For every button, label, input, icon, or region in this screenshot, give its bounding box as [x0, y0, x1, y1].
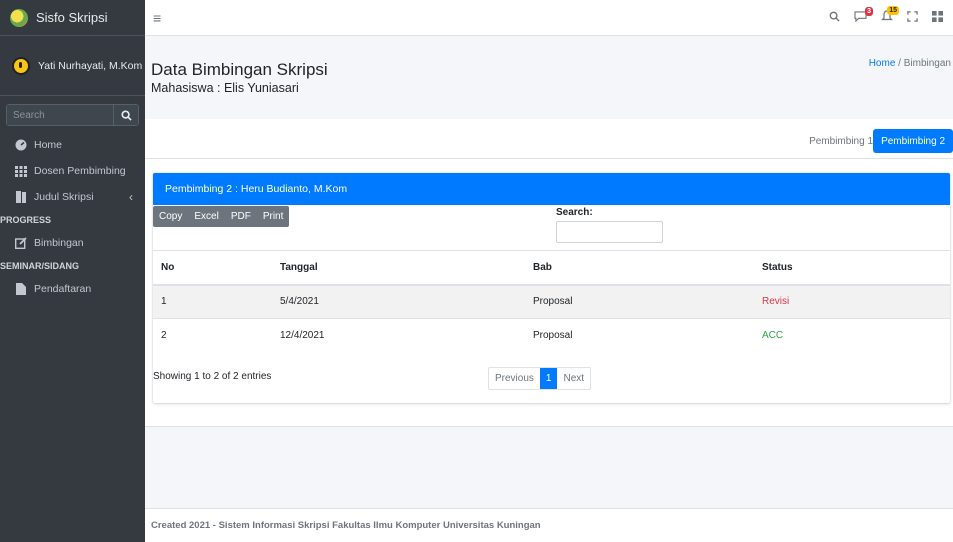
- cell-tanggal: 12/4/2021: [272, 318, 525, 353]
- table-search-input[interactable]: [556, 221, 663, 243]
- messages-badge: 3: [865, 6, 873, 16]
- messages-icon[interactable]: 3: [854, 6, 873, 25]
- page-subtitle: Mahasiswa : Elis Yuniasari: [151, 81, 299, 95]
- sidebar-item-label: Home: [34, 139, 63, 151]
- sidebar-header-progress: PROGRESS: [0, 215, 52, 225]
- cell-no: 2: [153, 318, 272, 353]
- column-header-bab[interactable]: Bab: [525, 250, 754, 286]
- bimbingan-card: Pembimbing 2 : Heru Budianto, M.Kom Copy…: [153, 173, 950, 403]
- sidebar-item-pendaftaran[interactable]: Pendaftaran: [0, 276, 145, 302]
- notifications-icon[interactable]: 15: [881, 6, 899, 25]
- sidebar-item-dosen-pembimbing[interactable]: Dosen Pembimbing: [0, 158, 145, 184]
- table-row: 2 12/4/2021 Proposal ACC: [153, 318, 950, 353]
- pagination: Previous 1 Next: [488, 367, 592, 390]
- bimbingan-table: No Tanggal Bab Status 1 5/4/2021 Proposa…: [153, 250, 950, 353]
- sidebar-search: [6, 104, 139, 126]
- sidebar-header-seminar: SEMINAR/SIDANG: [0, 261, 80, 271]
- table-info: Showing 1 to 2 of 2 entries: [153, 371, 272, 382]
- book-icon: [14, 191, 28, 203]
- top-navbar: ≡ 3 15: [145, 0, 953, 36]
- breadcrumb: Home / Bimbingan: [869, 58, 951, 69]
- table-header-row: No Tanggal Bab Status: [153, 250, 950, 286]
- hamburger-icon[interactable]: ≡: [153, 10, 161, 26]
- column-header-status[interactable]: Status: [754, 250, 950, 286]
- tab-bar: Pembimbing 1 Pembimbing 2: [145, 119, 953, 159]
- cell-status: Revisi: [754, 284, 950, 319]
- breadcrumb-separator: /: [898, 58, 901, 69]
- brand-link[interactable]: Sisfo Skripsi: [0, 0, 145, 36]
- table-search-label: Search:: [556, 207, 593, 218]
- excel-button[interactable]: Excel: [188, 206, 224, 227]
- table-row: 1 5/4/2021 Proposal Revisi: [153, 284, 950, 319]
- sidebar-item-bimbingan[interactable]: Bimbingan: [0, 230, 145, 256]
- sidebar-item-label: Dosen Pembimbing: [34, 165, 126, 177]
- page-title: Data Bimbingan Skripsi: [151, 60, 328, 79]
- grid-icon: [14, 165, 28, 177]
- sidebar-search-input[interactable]: [6, 104, 113, 126]
- dashboard-icon: [14, 139, 28, 151]
- content-header: Data Bimbingan Skripsi Mahasiswa : Elis …: [145, 36, 953, 118]
- user-name: Yati Nurhayati, M.Kom: [38, 59, 143, 72]
- cell-status: ACC: [754, 318, 950, 353]
- pagination-page-1[interactable]: 1: [539, 368, 558, 389]
- cell-bab: Proposal: [525, 284, 754, 319]
- footer: Created 2021 - Sistem Informasi Skripsi …: [145, 508, 953, 542]
- edit-icon: [14, 237, 28, 249]
- cell-tanggal: 5/4/2021: [272, 284, 525, 319]
- breadcrumb-current: Bimbingan: [903, 58, 951, 69]
- column-header-no[interactable]: No: [153, 250, 272, 286]
- column-header-tanggal[interactable]: Tanggal: [272, 250, 525, 286]
- cell-no: 1: [153, 284, 272, 319]
- pagination-previous[interactable]: Previous: [489, 368, 540, 389]
- brand-name: Sisfo Skripsi: [36, 10, 108, 25]
- file-icon: [14, 283, 28, 295]
- breadcrumb-home-link[interactable]: Home: [869, 58, 896, 69]
- sidebar-item-judul-skripsi[interactable]: Judul Skripsi ‹: [0, 184, 145, 210]
- control-sidebar-icon[interactable]: [932, 10, 943, 25]
- cell-bab: Proposal: [525, 318, 754, 353]
- sidebar-search-button[interactable]: [113, 104, 139, 126]
- export-buttons: Copy Excel PDF Print: [153, 206, 290, 227]
- pagination-next[interactable]: Next: [557, 368, 590, 389]
- notifications-badge: 15: [887, 6, 899, 15]
- user-panel[interactable]: Yati Nurhayati, M.Kom: [0, 36, 145, 96]
- print-button[interactable]: Print: [257, 206, 290, 227]
- chevron-left-icon: ‹: [129, 190, 133, 204]
- avatar: [12, 56, 30, 75]
- sidebar-item-label: Pendaftaran: [34, 283, 92, 295]
- sidebar: Sisfo Skripsi Yati Nurhayati, M.Kom Home…: [0, 0, 145, 542]
- fullscreen-icon[interactable]: [907, 10, 918, 25]
- sidebar-item-label: Bimbingan: [34, 237, 84, 249]
- university-logo-icon: [10, 8, 28, 27]
- pdf-button[interactable]: PDF: [225, 206, 257, 227]
- navbar-icons: 3 15: [829, 6, 943, 25]
- card-title: Pembimbing 2 : Heru Budianto, M.Kom: [153, 173, 950, 205]
- tab-pembimbing-2[interactable]: Pembimbing 2: [873, 129, 953, 153]
- sidebar-item-home[interactable]: Home: [0, 132, 145, 158]
- search-icon: [120, 109, 132, 121]
- copy-button[interactable]: Copy: [153, 206, 188, 227]
- sidebar-item-label: Judul Skripsi: [34, 191, 94, 203]
- tab-pembimbing-1[interactable]: Pembimbing 1: [801, 129, 881, 153]
- navbar-search-icon[interactable]: [829, 11, 840, 25]
